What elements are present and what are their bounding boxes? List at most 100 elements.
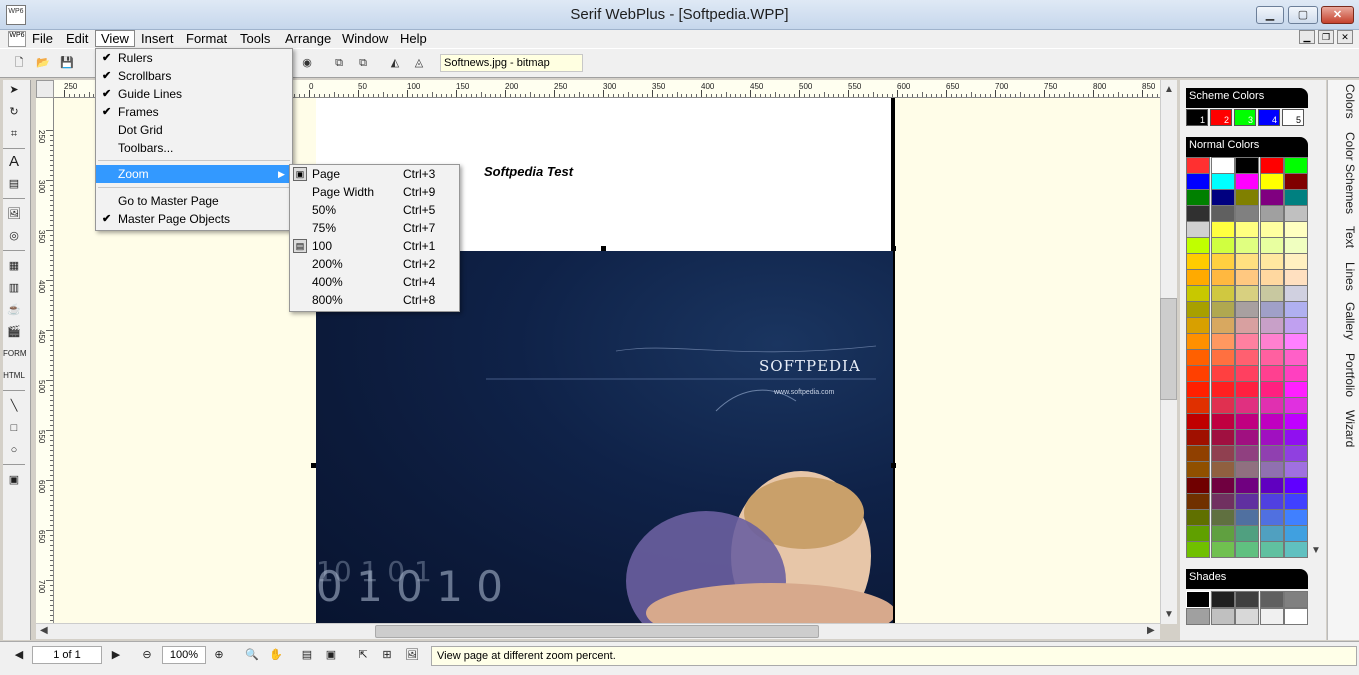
color-swatch[interactable] bbox=[1235, 205, 1259, 222]
scheme-color-swatch[interactable]: 4 bbox=[1258, 109, 1280, 126]
color-swatch[interactable] bbox=[1186, 221, 1210, 238]
color-swatch[interactable] bbox=[1284, 205, 1308, 222]
color-swatch[interactable] bbox=[1186, 285, 1210, 302]
open-folder-icon[interactable]: 📂 bbox=[34, 54, 52, 72]
bring-to-front-icon[interactable]: ⧉ bbox=[330, 54, 348, 72]
color-swatch[interactable] bbox=[1284, 189, 1308, 206]
color-swatch[interactable] bbox=[1210, 541, 1235, 558]
zoom-item-75-[interactable]: 75% Ctrl+7 bbox=[290, 219, 459, 237]
color-swatch[interactable] bbox=[1186, 189, 1210, 206]
color-swatch[interactable] bbox=[1210, 237, 1235, 254]
next-page-icon[interactable]: ▶ bbox=[107, 646, 125, 664]
view-page-icon[interactable]: ▣ bbox=[322, 646, 340, 664]
color-swatch[interactable] bbox=[1259, 317, 1284, 334]
scheme-color-swatch[interactable]: 2 bbox=[1210, 109, 1232, 126]
color-swatch[interactable] bbox=[1210, 221, 1235, 238]
color-swatch[interactable] bbox=[1235, 253, 1259, 270]
scheme-color-swatch[interactable]: 3 bbox=[1234, 109, 1256, 126]
close-button[interactable]: ✕ bbox=[1321, 6, 1354, 24]
color-swatch[interactable] bbox=[1235, 445, 1259, 462]
color-swatch[interactable] bbox=[1235, 317, 1259, 334]
color-swatch[interactable] bbox=[1186, 397, 1210, 414]
menu-item-scrollbars[interactable]: ✔ Scrollbars bbox=[96, 67, 292, 85]
scheme-color-swatch[interactable]: 1 bbox=[1186, 109, 1208, 126]
selection-handle[interactable] bbox=[891, 246, 896, 251]
tab-color-schemes[interactable]: Color Schemes bbox=[1327, 132, 1357, 214]
color-swatch[interactable] bbox=[1284, 333, 1308, 350]
menu-insert[interactable]: Insert bbox=[136, 31, 179, 46]
color-swatch[interactable] bbox=[1186, 301, 1210, 318]
color-swatch[interactable] bbox=[1210, 429, 1235, 446]
selection-handle[interactable] bbox=[891, 463, 896, 468]
menu-item-frames[interactable]: ✔ Frames bbox=[96, 103, 292, 121]
color-swatch[interactable] bbox=[1235, 349, 1259, 366]
page-indicator[interactable]: 1 of 1 bbox=[32, 646, 102, 664]
clapper-icon[interactable]: 🎬 bbox=[3, 322, 25, 342]
color-swatch[interactable] bbox=[1235, 365, 1259, 382]
zoom-item-200-[interactable]: 200% Ctrl+2 bbox=[290, 255, 459, 273]
color-swatch[interactable] bbox=[1259, 221, 1284, 238]
color-swatch[interactable] bbox=[1186, 333, 1210, 350]
color-swatch[interactable] bbox=[1210, 525, 1235, 542]
mdi-restore-icon[interactable]: ❐ bbox=[1318, 30, 1334, 44]
color-swatch[interactable] bbox=[1235, 429, 1259, 446]
zoom-out-icon[interactable]: ⊖ bbox=[138, 646, 156, 664]
color-swatch[interactable] bbox=[1210, 365, 1235, 382]
text-frame-icon[interactable]: ▤ bbox=[3, 174, 25, 194]
color-swatch[interactable] bbox=[1235, 397, 1259, 414]
rotate-tool-icon[interactable]: ↻ bbox=[3, 102, 25, 122]
color-swatch[interactable] bbox=[1210, 301, 1235, 318]
color-swatch[interactable] bbox=[1186, 541, 1210, 558]
save-icon[interactable]: 💾 bbox=[58, 54, 76, 72]
zoom-item-800-[interactable]: 800% Ctrl+8 bbox=[290, 291, 459, 309]
maximize-button[interactable]: ▢ bbox=[1288, 6, 1318, 24]
color-swatch[interactable] bbox=[1284, 397, 1308, 414]
color-swatch[interactable] bbox=[1259, 157, 1284, 174]
color-swatch[interactable] bbox=[1284, 381, 1308, 398]
scroll-down-icon[interactable]: ▼ bbox=[1164, 609, 1174, 620]
menu-item-master-page-objects[interactable]: ✔ Master Page Objects bbox=[96, 210, 292, 228]
color-swatch[interactable] bbox=[1210, 349, 1235, 366]
layout-icon[interactable]: ⊞ bbox=[378, 646, 396, 664]
color-swatch[interactable] bbox=[1186, 205, 1210, 222]
film-icon[interactable]: ▦ bbox=[3, 256, 25, 276]
color-swatch[interactable] bbox=[1210, 461, 1235, 478]
color-swatch[interactable] bbox=[1210, 285, 1235, 302]
zoom-item-page-width[interactable]: Page Width Ctrl+9 bbox=[290, 183, 459, 201]
tab-colors[interactable]: Colors bbox=[1327, 84, 1357, 119]
color-swatch[interactable] bbox=[1235, 269, 1259, 286]
color-swatch[interactable] bbox=[1210, 413, 1235, 430]
zoom-in-icon[interactable]: ⊕ bbox=[210, 646, 228, 664]
color-swatch[interactable] bbox=[1259, 349, 1284, 366]
menu-format[interactable]: Format bbox=[181, 31, 232, 46]
color-swatch[interactable] bbox=[1284, 221, 1308, 238]
palette-scroll-down-icon[interactable]: ▼ bbox=[1311, 545, 1321, 556]
color-swatch[interactable] bbox=[1210, 477, 1235, 494]
color-swatch[interactable] bbox=[1284, 301, 1308, 318]
shade-swatch[interactable] bbox=[1259, 591, 1284, 608]
menu-item-guide-lines[interactable]: ✔ Guide Lines bbox=[96, 85, 292, 103]
color-swatch[interactable] bbox=[1284, 269, 1308, 286]
color-swatch[interactable] bbox=[1186, 477, 1210, 494]
send-to-back-icon[interactable]: ⧉ bbox=[354, 54, 372, 72]
menu-item-toolbars-[interactable]: Toolbars... bbox=[96, 139, 292, 157]
color-swatch[interactable] bbox=[1210, 509, 1235, 526]
color-swatch[interactable] bbox=[1235, 285, 1259, 302]
menu-item-dot-grid[interactable]: Dot Grid bbox=[96, 121, 292, 139]
color-swatch[interactable] bbox=[1235, 541, 1259, 558]
menu-edit[interactable]: Edit bbox=[61, 31, 93, 46]
color-swatch[interactable] bbox=[1186, 493, 1210, 510]
shade-swatch[interactable] bbox=[1235, 591, 1259, 608]
color-swatch[interactable] bbox=[1210, 269, 1235, 286]
color-swatch[interactable] bbox=[1235, 189, 1259, 206]
color-swatch[interactable] bbox=[1259, 477, 1284, 494]
color-swatch[interactable] bbox=[1259, 301, 1284, 318]
menu-view[interactable]: View bbox=[95, 30, 135, 47]
color-swatch[interactable] bbox=[1284, 461, 1308, 478]
color-swatch[interactable] bbox=[1259, 173, 1284, 190]
color-swatch[interactable] bbox=[1186, 317, 1210, 334]
gif-icon[interactable]: ▥ bbox=[3, 278, 25, 298]
zoom-item-50-[interactable]: 50% Ctrl+5 bbox=[290, 201, 459, 219]
menu-arrange[interactable]: Arrange bbox=[280, 31, 336, 46]
tab-text[interactable]: Text bbox=[1327, 226, 1357, 248]
